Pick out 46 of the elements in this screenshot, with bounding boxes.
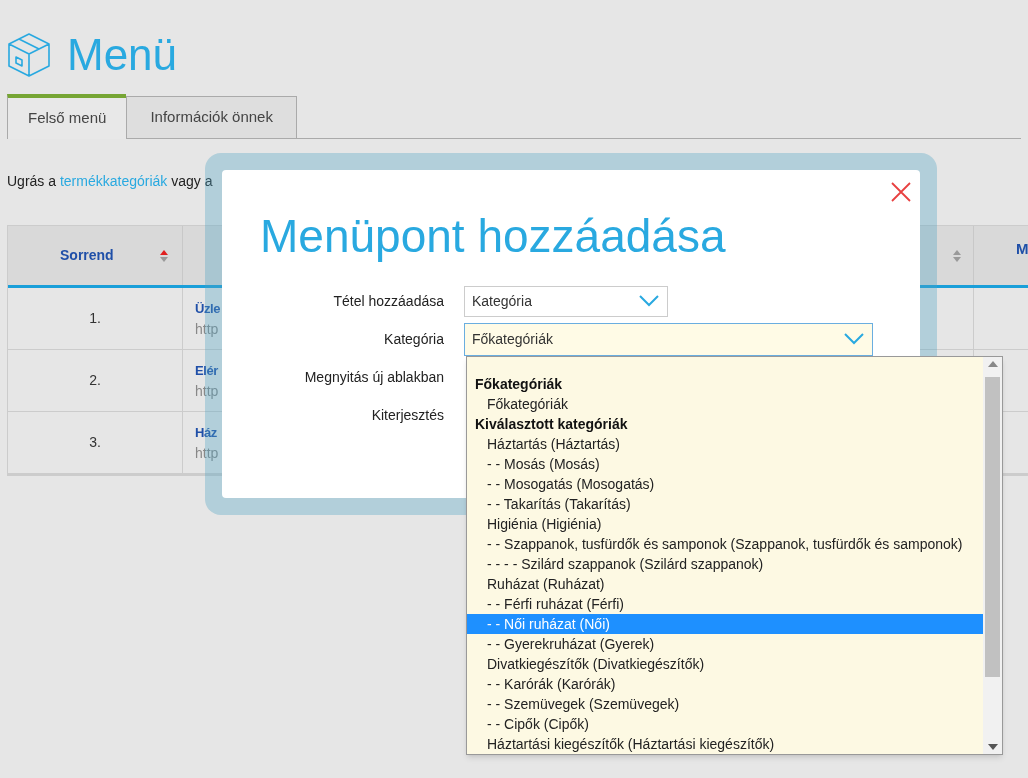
dropdown-option[interactable]: - - Mosás (Mosás) <box>467 454 983 474</box>
dropdown-option[interactable]: Háztartás (Háztartás) <box>467 434 983 454</box>
dropdown-option[interactable]: - - - - Szilárd szappanok (Szilárd szappanok) <box>467 554 983 574</box>
dropdown-option[interactable]: Divatkiegészítők (Divatkiegészítők) <box>467 654 983 674</box>
dropdown-option[interactable]: - - Férfi ruházat (Férfi) <box>467 594 983 614</box>
dropdown-option[interactable]: - - Karórák (Karórák) <box>467 674 983 694</box>
field-label: Kategória <box>383 329 444 349</box>
modal-title: Menüpont hozzáadása <box>260 209 726 264</box>
dropdown-option[interactable]: - - Mosogatás (Mosogatás) <box>467 474 983 494</box>
field-label: Megnyitás új ablakban <box>303 367 444 387</box>
dropdown-option[interactable]: - - Cipők (Cipők) <box>467 714 983 734</box>
page-title: Menü <box>67 33 178 77</box>
menu-item-url: http <box>195 381 219 401</box>
select-field[interactable]: Kategória <box>464 285 668 317</box>
dropdown-option[interactable]: Higiénia (Higiénia) <box>467 514 983 534</box>
box-icon <box>7 32 51 78</box>
chevron-down-icon <box>844 333 864 345</box>
sort-icon[interactable] <box>953 249 961 262</box>
select-field[interactable]: Főkategóriák <box>464 322 873 356</box>
chevron-down-icon <box>639 295 659 307</box>
column-header[interactable]: M <box>974 226 1028 285</box>
dropdown-option[interactable]: Ruházat (Ruházat) <box>467 574 983 594</box>
tab[interactable]: Felső menü <box>7 94 127 139</box>
order-cell: 1. <box>8 288 183 349</box>
dropdown-option[interactable]: - - Takarítás (Takarítás) <box>467 494 983 514</box>
scrollbar[interactable] <box>983 357 1002 754</box>
tab[interactable]: Információk önnek <box>126 96 297 138</box>
dropdown-option[interactable]: Háztartási kiegészítők (Háztartási kiegészítők) <box>467 734 983 754</box>
dropdown-option[interactable]: - - Szappanok, tusfürdők és samponok (Szappanok, tusfürdők és samponok) <box>467 534 983 554</box>
close-icon[interactable] <box>891 182 911 202</box>
scroll-down-icon[interactable] <box>987 744 998 750</box>
dropdown-option[interactable]: Főkategóriák <box>467 394 983 414</box>
dropdown-option[interactable]: - - Gyerekruházat (Gyerek) <box>467 634 983 654</box>
field-label: Kiterjesztés <box>370 405 444 425</box>
scrollbar-thumb[interactable] <box>985 376 1000 677</box>
dropdown-option[interactable]: - - Szemüvegek (Szemüvegek) <box>467 694 983 714</box>
order-cell: 2. <box>8 350 183 411</box>
field-label: Tétel hozzáadása <box>332 291 444 311</box>
order-cell: 3. <box>8 412 183 473</box>
column-header[interactable]: Sorrend <box>8 226 183 285</box>
option-group-label: Főkategóriák <box>474 375 564 394</box>
scroll-up-icon[interactable] <box>987 361 998 367</box>
sort-icon[interactable] <box>160 249 168 262</box>
menu-item-url: http <box>195 319 219 339</box>
option-group-label: Kiválasztott kategóriák <box>474 415 629 434</box>
menu-item-url: http <box>195 443 219 463</box>
